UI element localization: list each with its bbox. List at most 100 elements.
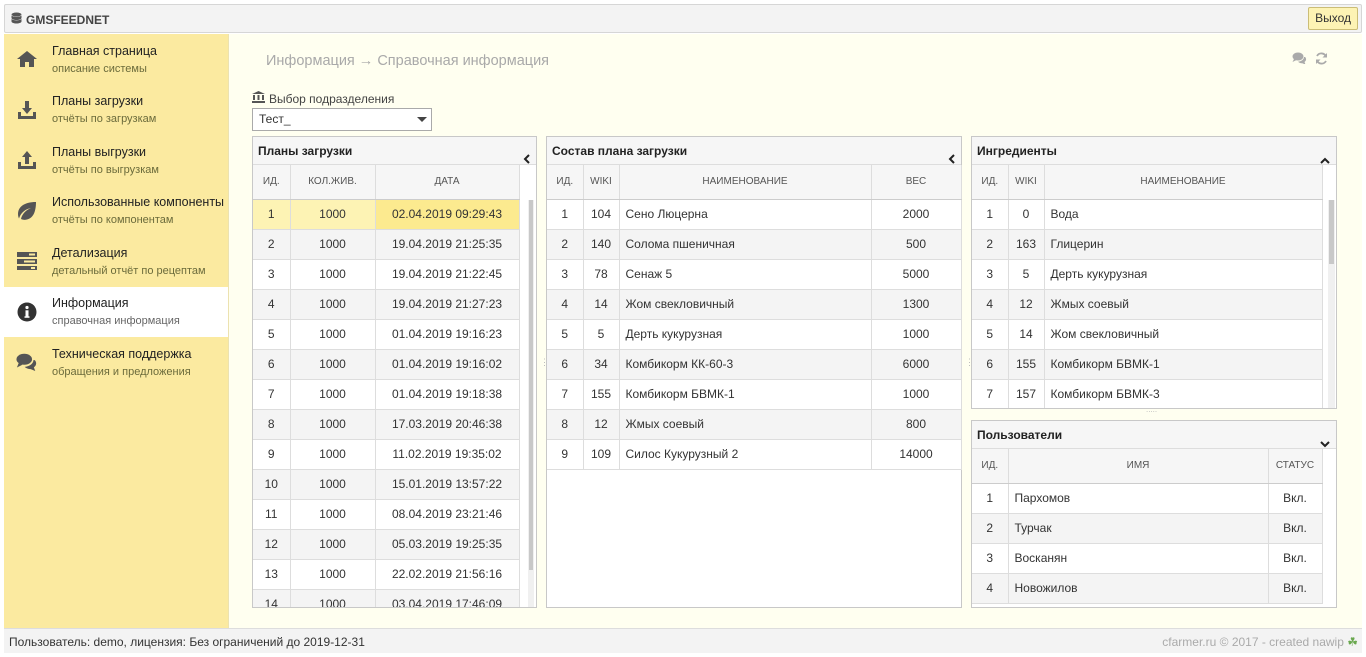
table-row[interactable]: 6 34 Комбикорм КК-60-3 6000: [547, 349, 962, 380]
table-row[interactable]: 10 1000 15.01.2019 13:57:22: [253, 469, 520, 500]
table-cell: Вкл.: [1268, 543, 1323, 574]
splitter-handle[interactable]: ⋮: [540, 358, 549, 367]
table-cell: Вкл.: [1268, 513, 1323, 544]
sidebar-item-support[interactable]: Техническая поддержка обращения и предло…: [4, 337, 228, 388]
scrollbar-thumb[interactable]: [529, 200, 533, 570]
table-cell: Жом свекловичный: [619, 289, 872, 320]
table-cell: 140: [583, 229, 620, 260]
sidebar-item-used-components[interactable]: Использованные компоненты отчёты по комп…: [4, 186, 228, 237]
column-header[interactable]: КОЛ.ЖИВ.: [290, 165, 376, 200]
table-row[interactable]: 2 140 Солома пшеничная 500: [547, 229, 962, 260]
sidebar-item-subtitle: отчёты по компонентам: [52, 214, 174, 227]
table-row[interactable]: 13 1000 22.02.2019 21:56:16: [253, 559, 520, 590]
table-row[interactable]: 5 14 Жом свекловичный: [972, 319, 1323, 350]
table-row[interactable]: 9 1000 11.02.2019 19:35:02: [253, 439, 520, 470]
table-row[interactable]: 4 14 Жом свекловичный 1300: [547, 289, 962, 320]
scrollbar-thumb[interactable]: [1329, 200, 1334, 264]
sidebar-item-home[interactable]: Главная страница описание системы: [4, 34, 228, 85]
splitter-handle[interactable]: .....: [1146, 406, 1166, 414]
table-cell: Дерть кукурузная: [619, 319, 872, 350]
table-cell: 5000: [871, 259, 962, 290]
logout-button[interactable]: Выход: [1308, 7, 1358, 30]
sidebar-item-load-plans[interactable]: Планы загрузки отчёты по загрузкам: [4, 85, 228, 136]
table-row[interactable]: 1 Пархомов Вкл.: [972, 483, 1323, 514]
scrollbar[interactable]: [528, 200, 534, 607]
table-row[interactable]: 4 1000 19.04.2019 21:27:23: [253, 289, 520, 320]
sidebar-item-information[interactable]: Информация справочная информация: [4, 286, 228, 337]
table-row[interactable]: 11 1000 08.04.2019 23:21:46: [253, 499, 520, 530]
table-cell: 2: [972, 513, 1009, 544]
table-row[interactable]: 6 155 Комбикорм БВМК-1: [972, 349, 1323, 380]
table-cell: 14: [253, 589, 291, 607]
chevron-down-icon[interactable]: [1320, 430, 1330, 458]
chevron-left-icon[interactable]: [523, 146, 530, 174]
table-row[interactable]: 1 0 Вода: [972, 199, 1323, 230]
sidebar-item-unload-plans[interactable]: Планы выгрузки отчёты по выгрузкам: [4, 135, 228, 186]
table-row[interactable]: 2 Турчак Вкл.: [972, 513, 1323, 544]
table-cell: Жмых соевый: [1044, 289, 1323, 320]
column-header[interactable]: ИМЯ: [1008, 449, 1269, 484]
copyright-text[interactable]: cfarmer.ru © 2017 - created nawip: [1162, 635, 1344, 649]
sidebar-item-details[interactable]: Детализация детальный отчёт по рецептам: [4, 236, 228, 287]
table-row[interactable]: 2 1000 19.04.2019 21:25:35: [253, 229, 520, 260]
table-cell: Новожилов: [1008, 573, 1269, 604]
table-row[interactable]: 4 Новожилов Вкл.: [972, 573, 1323, 604]
column-header[interactable]: ИД.: [972, 165, 1009, 200]
table-cell: 11: [253, 499, 291, 530]
table-row[interactable]: 3 5 Дерть кукурузная: [972, 259, 1323, 290]
page-title: Информация → Справочная информация: [266, 53, 550, 69]
table-cell: 05.03.2019 19:25:35: [375, 529, 520, 560]
table-row[interactable]: 3 1000 19.04.2019 21:22:45: [253, 259, 520, 290]
column-header[interactable]: ДАТА: [375, 165, 520, 200]
division-select[interactable]: Тест_: [252, 108, 432, 131]
column-header[interactable]: НАИМЕНОВАНИЕ: [619, 165, 872, 200]
refresh-icon[interactable]: [1315, 52, 1328, 68]
table-cell: 500: [871, 229, 962, 260]
table-row[interactable]: 1 1000 02.04.2019 09:29:43: [253, 199, 520, 230]
column-header[interactable]: WIKI: [1008, 165, 1045, 200]
chevron-up-icon[interactable]: [1320, 146, 1330, 174]
table-row[interactable]: 3 78 Сенаж 5 5000: [547, 259, 962, 290]
download-icon: [16, 99, 38, 121]
table-row[interactable]: 14 1000 03.04.2019 17:46:09: [253, 589, 520, 607]
table-row[interactable]: 9 109 Силос Кукурузный 2 14000: [547, 439, 962, 470]
table-cell: 12: [253, 529, 291, 560]
table-row[interactable]: 8 12 Жмых соевый 800: [547, 409, 962, 440]
ingredients-panel: Ингредиенты ИД. WIKI НАИМЕНОВАНИЕ 1 0 Вода…: [971, 136, 1337, 409]
table-row[interactable]: 6 1000 01.04.2019 19:16:02: [253, 349, 520, 380]
table-cell: 1000: [290, 199, 376, 230]
table-row[interactable]: 8 1000 17.03.2019 20:46:38: [253, 409, 520, 440]
column-header[interactable]: ИД.: [253, 165, 291, 200]
sidebar-item-title: Планы загрузки: [52, 94, 144, 109]
sidebar-item-subtitle: отчёты по загрузкам: [52, 113, 157, 126]
column-header[interactable]: WIKI: [583, 165, 620, 200]
column-header[interactable]: НАИМЕНОВАНИЕ: [1044, 165, 1323, 200]
chevron-left-icon[interactable]: [948, 146, 955, 174]
column-header[interactable]: ИД.: [547, 165, 584, 200]
table-cell: 2000: [871, 199, 962, 230]
column-header[interactable]: ИД.: [972, 449, 1009, 484]
panel-title: Ингредиенты: [977, 144, 1057, 158]
scrollbar[interactable]: [1328, 200, 1335, 408]
table-cell: Пархомов: [1008, 483, 1269, 514]
comments-icon[interactable]: [1292, 52, 1307, 68]
table-cell: Вкл.: [1268, 573, 1323, 604]
table-row[interactable]: 1 104 Сено Люцерна 2000: [547, 199, 962, 230]
table-row[interactable]: 7 155 Комбикорм БВМК-1 1000: [547, 379, 962, 410]
panel-header: Планы загрузки: [253, 137, 536, 165]
table-row[interactable]: 12 1000 05.03.2019 19:25:35: [253, 529, 520, 560]
column-header[interactable]: СТАТУС: [1268, 449, 1323, 484]
leaf-icon: [16, 200, 38, 222]
table-cell: 5: [253, 319, 291, 350]
table-cell: Сено Люцерна: [619, 199, 872, 230]
table-row[interactable]: 5 1000 01.04.2019 19:16:23: [253, 319, 520, 350]
table-row[interactable]: 3 Восканян Вкл.: [972, 543, 1323, 574]
table-row[interactable]: 5 5 Дерть кукурузная 1000: [547, 319, 962, 350]
table-row[interactable]: 7 1000 01.04.2019 19:18:38: [253, 379, 520, 410]
table-row[interactable]: 4 12 Жмых соевый: [972, 289, 1323, 320]
splitter-handle[interactable]: ⋮: [965, 358, 974, 367]
table-row[interactable]: 2 163 Глицерин: [972, 229, 1323, 260]
sidebar-item-title: Детализация: [52, 245, 128, 260]
table-cell: Солома пшеничная: [619, 229, 872, 260]
table-cell: Силос Кукурузный 2: [619, 439, 872, 470]
